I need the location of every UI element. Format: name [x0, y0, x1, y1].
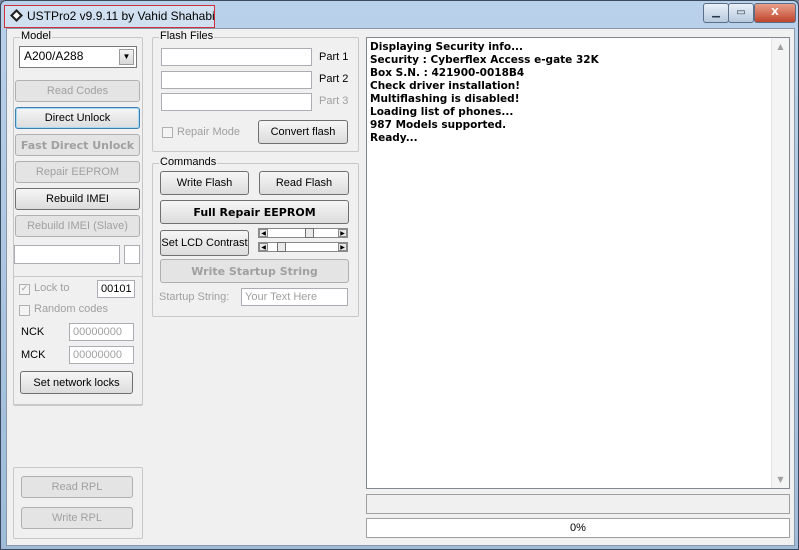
flash-part1-input[interactable] [161, 48, 312, 66]
model-select[interactable]: A200/A288 ▼ [19, 46, 137, 68]
slider-thumb[interactable] [277, 242, 286, 252]
model-group: Model A200/A288 ▼ Read Codes Direct Unlo… [13, 30, 143, 406]
slider-thumb[interactable] [305, 228, 314, 238]
log-line: Displaying Security info... [370, 41, 524, 53]
startup-string-label: Startup String: [159, 291, 230, 303]
lcd-contrast-slider-1[interactable]: ◀ ▶ [258, 228, 348, 238]
write-flash-button[interactable]: Write Flash [160, 171, 249, 195]
commands-group-label: Commands [159, 156, 218, 168]
log-line: Box S.N. : 421900-0018B4 [370, 67, 525, 79]
rebuild-imei-button[interactable]: Rebuild IMEI [15, 188, 140, 210]
log-line: Loading list of phones... [370, 106, 514, 118]
random-codes-checkbox[interactable] [19, 305, 30, 316]
fast-direct-unlock-button[interactable]: Fast Direct Unlock [15, 134, 140, 156]
repair-mode-label: Repair Mode [177, 126, 240, 138]
log-lines: Displaying Security info... Security : C… [370, 41, 599, 145]
scroll-right-icon[interactable]: ▶ [338, 243, 347, 251]
imei-input[interactable] [14, 245, 120, 264]
log-scrollbar[interactable]: ▲ ▼ [771, 38, 789, 488]
close-button[interactable]: X [754, 3, 796, 23]
part1-label: Part 1 [319, 51, 349, 63]
log-line: 987 Models supported. [370, 119, 507, 131]
title-highlight: USTPro2 v9.9.11 by Vahid Shahabi [4, 5, 215, 28]
read-rpl-button[interactable]: Read RPL [21, 476, 133, 498]
status-bar [366, 494, 790, 514]
rpl-group: Read RPL Write RPL [13, 467, 143, 539]
model-select-value: A200/A288 [24, 49, 84, 63]
rebuild-imei-slave-button[interactable]: Rebuild IMEI (Slave) [15, 215, 140, 237]
app-icon [10, 9, 23, 22]
read-flash-button[interactable]: Read Flash [259, 171, 349, 195]
lcd-contrast-slider-2[interactable]: ◀ ▶ [258, 242, 348, 252]
set-lcd-contrast-button[interactable]: Set LCD Contrast [160, 230, 249, 256]
repair-mode-checkbox[interactable] [162, 127, 173, 138]
model-group-label: Model [20, 30, 52, 42]
flash-files-group-label: Flash Files [159, 30, 215, 42]
log-output[interactable]: Displaying Security info... Security : C… [366, 37, 790, 489]
part2-label: Part 2 [319, 73, 349, 85]
scroll-down-icon[interactable]: ▼ [772, 471, 789, 488]
commands-group: Commands Write Flash Read Flash Full Rep… [152, 156, 359, 317]
lock-group: ✓ Lock to 00101 Random codes NCK 0000000… [13, 276, 143, 406]
client-area: Model A200/A288 ▼ Read Codes Direct Unlo… [6, 28, 795, 546]
full-repair-eeprom-button[interactable]: Full Repair EEPROM [160, 200, 349, 224]
startup-string-input[interactable]: Your Text Here [241, 288, 348, 306]
lock-to-label: Lock to [34, 282, 70, 294]
maximize-button[interactable]: ▭ [728, 3, 754, 23]
flash-files-group: Flash Files Part 1 Part 2 Part 3 Repair … [152, 30, 359, 152]
write-rpl-button[interactable]: Write RPL [21, 507, 133, 529]
app-window: USTPro2 v9.9.11 by Vahid Shahabi ▁ ▭ X M… [0, 0, 799, 550]
write-startup-string-button[interactable]: Write Startup String [160, 259, 349, 283]
scroll-left-icon[interactable]: ◀ [259, 229, 268, 237]
flash-part2-input[interactable] [161, 71, 312, 89]
direct-unlock-button[interactable]: Direct Unlock [15, 107, 140, 129]
set-network-locks-button[interactable]: Set network locks [20, 371, 133, 394]
chevron-down-icon[interactable]: ▼ [119, 49, 134, 65]
nck-label: NCK [21, 326, 45, 338]
log-line: Ready... [370, 132, 418, 144]
scroll-up-icon[interactable]: ▲ [772, 38, 789, 55]
convert-flash-button[interactable]: Convert flash [258, 120, 348, 144]
flash-part3-input[interactable] [161, 93, 312, 111]
imei-check-input[interactable] [124, 245, 140, 264]
log-line: Security : Cyberflex Access e-gate 32K [370, 54, 599, 66]
lock-to-checkbox[interactable]: ✓ [19, 284, 30, 295]
window-title: USTPro2 v9.9.11 by Vahid Shahabi [27, 9, 215, 23]
minimize-button[interactable]: ▁ [703, 3, 729, 23]
progress-text: 0% [570, 522, 586, 534]
scroll-right-icon[interactable]: ▶ [338, 229, 347, 237]
part3-label: Part 3 [319, 95, 349, 107]
log-line: Check driver installation! [370, 80, 521, 92]
log-line: Multiflashing is disabled! [370, 93, 520, 105]
progress-bar: 0% [366, 518, 790, 538]
title-bar[interactable]: USTPro2 v9.9.11 by Vahid Shahabi ▁ ▭ X [1, 1, 798, 29]
scroll-left-icon[interactable]: ◀ [259, 243, 268, 251]
repair-eeprom-button[interactable]: Repair EEPROM [15, 161, 140, 183]
read-codes-button[interactable]: Read Codes [15, 80, 140, 102]
nck-input[interactable]: 00000000 [69, 323, 134, 341]
mck-label: MCK [21, 349, 46, 361]
lock-to-input[interactable]: 00101 [97, 280, 135, 298]
mck-input[interactable]: 00000000 [69, 346, 134, 364]
random-codes-label: Random codes [34, 303, 108, 315]
